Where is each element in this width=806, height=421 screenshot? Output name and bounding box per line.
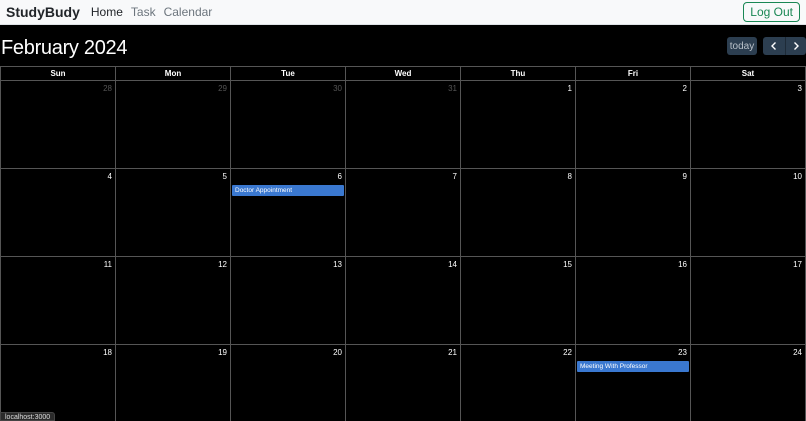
day-number[interactable]: 3 (798, 84, 802, 93)
day-number[interactable]: 14 (448, 260, 457, 269)
navbar: StudyBudy Home Task Calendar Log Out (0, 0, 806, 25)
calendar-day-cell[interactable]: 4 (0, 169, 115, 256)
calendar-day-cell[interactable]: 12 (115, 257, 230, 344)
day-number[interactable]: 17 (793, 260, 802, 269)
calendar-day-cell[interactable]: 2 (575, 81, 690, 168)
day-number[interactable]: 5 (223, 172, 227, 181)
calendar-day-cell[interactable]: 14 (345, 257, 460, 344)
calendar-day-cell[interactable]: 17 (690, 257, 806, 344)
calendar-event[interactable]: Meeting With Professor (577, 361, 689, 372)
calendar-day-cell[interactable]: 31 (345, 81, 460, 168)
nav-link-task[interactable]: Task (131, 5, 156, 19)
day-number[interactable]: 11 (104, 260, 112, 269)
calendar-event[interactable]: Doctor Appointment (232, 185, 344, 196)
brand-logo[interactable]: StudyBudy (6, 4, 80, 20)
weekday-header: Sat (690, 67, 806, 80)
calendar-day-cell[interactable]: 13 (230, 257, 345, 344)
day-number[interactable]: 16 (678, 260, 687, 269)
calendar-day-cell[interactable]: 9 (575, 169, 690, 256)
calendar-day-cell[interactable]: 5 (115, 169, 230, 256)
calendar-week-row: 18 19 20 21 22 23 Meeting With Professor… (0, 345, 806, 421)
calendar-day-cell[interactable]: 10 (690, 169, 806, 256)
weekday-header: Mon (115, 67, 230, 80)
day-number[interactable]: 31 (448, 84, 457, 93)
weekday-header: Thu (460, 67, 575, 80)
nav-link-home[interactable]: Home (91, 5, 123, 19)
day-number[interactable]: 23 (678, 348, 687, 357)
day-number[interactable]: 13 (333, 260, 342, 269)
calendar-day-cell[interactable]: 15 (460, 257, 575, 344)
calendar-day-cell[interactable]: 24 (690, 345, 806, 421)
day-number[interactable]: 18 (103, 348, 112, 357)
weekday-header: Sun (0, 67, 115, 80)
prev-month-button[interactable] (763, 37, 785, 55)
calendar-day-cell[interactable]: 6 Doctor Appointment (230, 169, 345, 256)
day-number[interactable]: 24 (793, 348, 802, 357)
calendar-week-row: 4 5 6 Doctor Appointment 7 8 9 10 (0, 169, 806, 257)
month-navigation (763, 37, 806, 55)
calendar-day-cell[interactable]: 21 (345, 345, 460, 421)
day-number[interactable]: 21 (448, 348, 457, 357)
calendar-day-cell[interactable]: 18 (0, 345, 115, 421)
calendar-day-cell[interactable]: 16 (575, 257, 690, 344)
next-month-button[interactable] (784, 37, 806, 55)
day-number[interactable]: 22 (563, 348, 572, 357)
day-number[interactable]: 1 (568, 84, 572, 93)
day-number[interactable]: 19 (218, 348, 227, 357)
day-number[interactable]: 30 (333, 84, 342, 93)
status-bar-url: localhost:3000 (0, 412, 56, 421)
calendar-day-cell[interactable]: 11 (0, 257, 115, 344)
weekday-header: Tue (230, 67, 345, 80)
day-number[interactable]: 20 (333, 348, 342, 357)
day-number[interactable]: 6 (338, 172, 342, 181)
day-number[interactable]: 8 (568, 172, 572, 181)
day-number[interactable]: 9 (683, 172, 687, 181)
day-number[interactable]: 28 (103, 84, 112, 93)
chevron-left-icon (770, 42, 776, 50)
day-number[interactable]: 2 (683, 84, 687, 93)
day-number[interactable]: 12 (218, 260, 227, 269)
calendar-day-cell[interactable]: 29 (115, 81, 230, 168)
nav-link-calendar[interactable]: Calendar (164, 5, 213, 19)
day-number[interactable]: 7 (453, 172, 457, 181)
today-button[interactable]: today (727, 37, 757, 55)
day-number[interactable]: 29 (218, 84, 227, 93)
weekday-header: Fri (575, 67, 690, 80)
day-number[interactable]: 4 (108, 172, 112, 181)
day-number[interactable]: 10 (793, 172, 802, 181)
calendar-week-row: 11 12 13 14 15 16 17 (0, 257, 806, 345)
calendar-day-cell[interactable]: 3 (690, 81, 806, 168)
calendar-title: February 2024 (1, 37, 128, 59)
calendar-week-row: 28 29 30 31 1 2 3 (0, 81, 806, 169)
day-number[interactable]: 15 (563, 260, 572, 269)
calendar-day-cell[interactable]: 1 (460, 81, 575, 168)
calendar-day-cell[interactable]: 22 (460, 345, 575, 421)
weekday-header-row: Sun Mon Tue Wed Thu Fri Sat (0, 67, 806, 81)
logout-button[interactable]: Log Out (743, 2, 800, 22)
calendar-day-cell[interactable]: 8 (460, 169, 575, 256)
calendar-grid: Sun Mon Tue Wed Thu Fri Sat 28 29 30 31 … (0, 66, 806, 421)
calendar-day-cell[interactable]: 23 Meeting With Professor (575, 345, 690, 421)
weekday-header: Wed (345, 67, 460, 80)
chevron-right-icon (793, 42, 799, 50)
calendar-day-cell[interactable]: 19 (115, 345, 230, 421)
calendar-day-cell[interactable]: 30 (230, 81, 345, 168)
calendar-day-cell[interactable]: 20 (230, 345, 345, 421)
calendar-day-cell[interactable]: 28 (0, 81, 115, 168)
calendar-day-cell[interactable]: 7 (345, 169, 460, 256)
